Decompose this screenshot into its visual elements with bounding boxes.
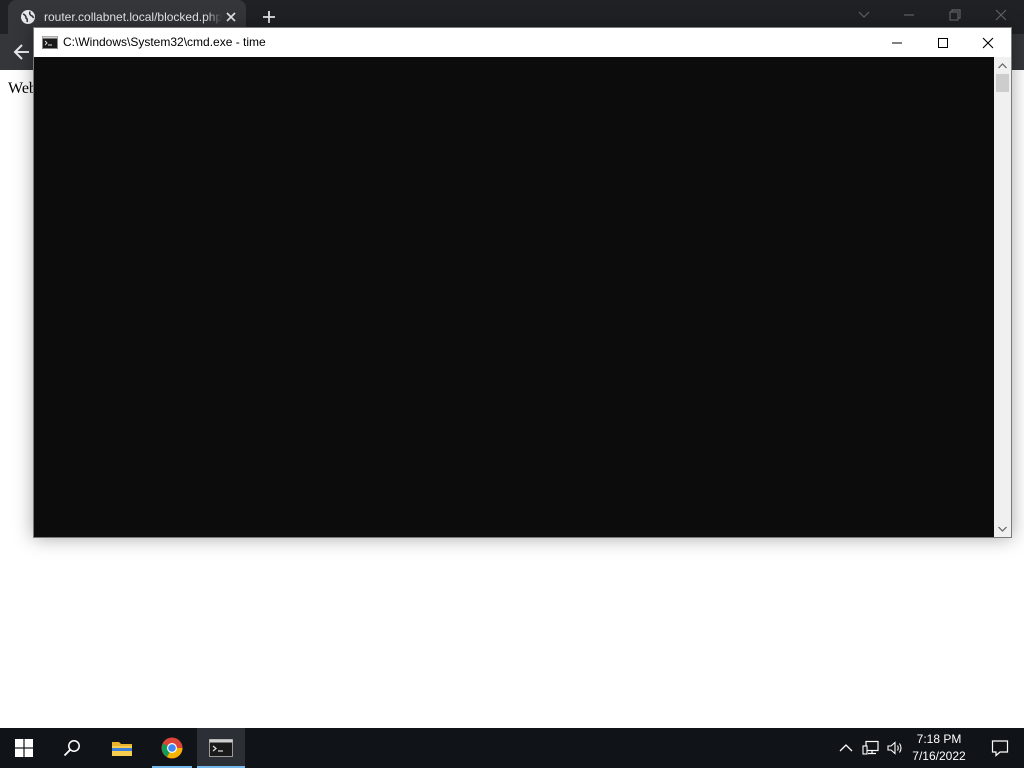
cmd-icon (42, 36, 58, 49)
network-icon[interactable] (861, 738, 881, 758)
cmd-window-title: C:\Windows\System32\cmd.exe - time (63, 35, 266, 49)
file-explorer-button[interactable] (98, 728, 146, 768)
folder-icon (112, 742, 132, 756)
minimize-button[interactable] (874, 28, 920, 57)
scroll-down-icon[interactable] (994, 520, 1011, 537)
back-arrow-icon[interactable] (12, 42, 32, 62)
action-center-button[interactable] (976, 728, 1024, 768)
chevron-down-icon[interactable] (854, 7, 874, 23)
vertical-scrollbar[interactable] (994, 57, 1011, 537)
close-icon[interactable] (224, 10, 238, 24)
maximize-icon (938, 37, 948, 48)
scrollbar-thumb[interactable] (996, 74, 1009, 92)
close-icon (982, 37, 994, 48)
search-icon (63, 740, 80, 757)
close-button[interactable] (965, 28, 1011, 57)
search-button[interactable] (48, 728, 96, 768)
volume-icon[interactable] (885, 738, 905, 758)
clock-time: 7:18 PM (916, 732, 962, 746)
chrome-icon (161, 737, 183, 759)
restore-icon[interactable] (945, 7, 965, 23)
tab-title: router.collabnet.local/blocked.php (44, 10, 222, 24)
taskbar: 7:18 PM 7/16/2022 (0, 728, 1024, 768)
chrome-button[interactable] (148, 728, 196, 768)
command-prompt-button[interactable] (197, 728, 245, 768)
cmd-icon (209, 739, 233, 757)
minimize-icon (892, 42, 902, 43)
maximize-button[interactable] (920, 28, 966, 57)
notification-icon (991, 740, 1009, 757)
clock-date: 7/16/2022 (912, 749, 966, 763)
scroll-up-icon[interactable] (994, 57, 1011, 74)
minimize-icon[interactable] (899, 7, 919, 23)
cmd-window[interactable]: C:\Windows\System32\cmd.exe - time (33, 27, 1012, 538)
cmd-titlebar[interactable]: C:\Windows\System32\cmd.exe - time (34, 28, 1011, 57)
globe-icon (20, 9, 36, 25)
system-clock[interactable]: 7:18 PM 7/16/2022 (906, 731, 972, 765)
cmd-console-output[interactable] (34, 57, 994, 537)
plus-icon[interactable] (260, 8, 278, 26)
close-icon[interactable] (991, 7, 1011, 23)
start-button[interactable] (0, 728, 48, 768)
chevron-up-icon[interactable] (836, 738, 856, 758)
windows-logo-icon (15, 739, 33, 757)
